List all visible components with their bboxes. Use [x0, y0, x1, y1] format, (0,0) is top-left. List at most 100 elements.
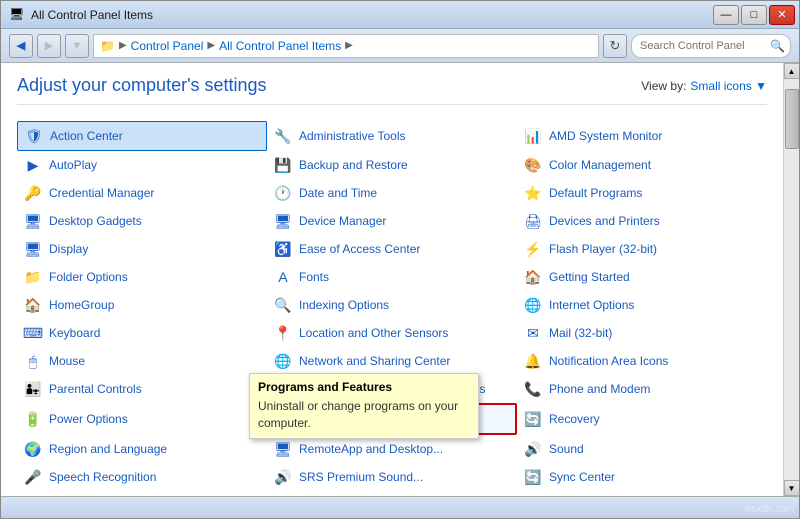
item-icon-flash-player: ⚡ — [523, 239, 543, 259]
item-label-flash-player: Flash Player (32-bit) — [549, 242, 657, 256]
item-label-administrative-tools: Administrative Tools — [299, 129, 406, 143]
item-icon-action-center: 🛡 — [24, 126, 44, 146]
item-indexing-options[interactable]: 🔍Indexing Options — [267, 291, 517, 319]
item-icon-color-management: 🎨 — [523, 155, 543, 175]
item-parental-controls[interactable]: 👨‍👧 Parental Controls — [17, 375, 267, 403]
item-desktop-gadgets[interactable]: 🖥Desktop Gadgets — [17, 207, 267, 235]
close-button[interactable]: ✕ — [769, 5, 795, 25]
scroll-thumb[interactable] — [785, 89, 799, 149]
item-icon-parental-controls: 👨‍👧 — [23, 379, 43, 399]
item-label-date-time: Date and Time — [299, 186, 377, 200]
search-icon[interactable]: 🔍 — [770, 39, 785, 53]
item-sync-center[interactable]: 🔄Sync Center — [517, 463, 767, 491]
item-label-parental-controls: Parental Controls — [49, 382, 142, 396]
item-label-remoteapp: RemoteApp and Desktop... — [299, 442, 443, 456]
item-label-region-language: Region and Language — [49, 442, 167, 456]
item-location-sensors[interactable]: 📍Location and Other Sensors — [267, 319, 517, 347]
tooltip-title: Programs and Features — [258, 380, 470, 394]
item-internet-options[interactable]: 🌐Internet Options — [517, 291, 767, 319]
item-amd-system-monitor[interactable]: 📊AMD System Monitor — [517, 121, 767, 151]
item-icon-recovery: 🔄 — [523, 409, 543, 429]
scroll-down-button[interactable]: ▼ — [784, 480, 800, 496]
item-icon-getting-started: 🏠 — [523, 267, 543, 287]
item-label-notification-icons: Notification Area Icons — [549, 354, 668, 368]
item-label-credential-manager: Credential Manager — [49, 186, 154, 200]
item-icon-device-manager: 🖥 — [273, 211, 293, 231]
minimize-button[interactable]: — — [713, 5, 739, 25]
item-system[interactable]: 💻System — [17, 491, 267, 496]
item-label-fonts: Fonts — [299, 270, 329, 284]
item-network-sharing[interactable]: 🌐Network and Sharing Center — [267, 347, 517, 375]
search-wrapper: 🔍 — [631, 34, 791, 58]
item-icon-default-programs: ⭐ — [523, 183, 543, 203]
content-area: Adjust your computer's settings View by:… — [1, 63, 783, 496]
item-autoplay[interactable]: ▶AutoPlay — [17, 151, 267, 179]
item-srs-audio[interactable]: 🔊 SRS Premium Sound... — [267, 463, 517, 491]
search-input[interactable] — [631, 34, 791, 58]
dropdown-nav-button[interactable]: ▼ — [65, 34, 89, 58]
item-devices-printers[interactable]: 🖨Devices and Printers — [517, 207, 767, 235]
item-label-mouse: Mouse — [49, 354, 85, 368]
item-folder-options[interactable]: 📁Folder Options — [17, 263, 267, 291]
item-homegroup[interactable]: 🏠HomeGroup — [17, 291, 267, 319]
item-taskbar[interactable]: 📌Taskbar and Start Menu — [267, 491, 517, 496]
window: 🖥 All Control Panel Items — □ ✕ ◀ ▶ ▼ 📁 … — [0, 0, 800, 519]
item-label-ease-access: Ease of Access Center — [299, 242, 420, 256]
item-icon-ease-access: ♿ — [273, 239, 293, 259]
item-ease-access[interactable]: ♿ Ease of Access Center — [267, 235, 517, 263]
item-icon-sync-center: 🔄 — [523, 467, 543, 487]
item-phone-modem[interactable]: 📞 Phone and Modem — [517, 375, 767, 403]
items-grid: 🛡Action Center🔧Administrative Tools📊AMD … — [17, 121, 767, 496]
item-fonts[interactable]: AFonts — [267, 263, 517, 291]
item-icon-power-options: 🔋 — [23, 409, 43, 429]
forward-button[interactable]: ▶ — [37, 34, 61, 58]
item-device-manager[interactable]: 🖥Device Manager — [267, 207, 517, 235]
item-power-options[interactable]: 🔋Power Options — [17, 403, 267, 435]
item-label-speech-recognition: Speech Recognition — [49, 470, 156, 484]
item-region-language[interactable]: 🌍Region and Language — [17, 435, 267, 463]
item-administrative-tools[interactable]: 🔧Administrative Tools — [267, 121, 517, 151]
item-mouse[interactable]: 🖱 Mouse — [17, 347, 267, 375]
breadcrumb-all-items[interactable]: All Control Panel Items — [219, 39, 341, 53]
item-icon-srs-audio: 🔊 — [273, 467, 293, 487]
item-remoteapp[interactable]: 🖥 RemoteApp and Desktop... — [267, 435, 517, 463]
refresh-button[interactable]: ↻ — [603, 34, 627, 58]
item-label-homegroup: HomeGroup — [49, 298, 114, 312]
item-date-time[interactable]: 🕐Date and Time — [267, 179, 517, 207]
item-label-devices-printers: Devices and Printers — [549, 214, 660, 228]
item-backup-restore[interactable]: 💾Backup and Restore — [267, 151, 517, 179]
scroll-up-button[interactable]: ▲ — [784, 63, 800, 79]
item-icon-desktop-gadgets: 🖥 — [23, 211, 43, 231]
item-label-phone-modem: Phone and Modem — [549, 382, 650, 396]
maximize-button[interactable]: □ — [741, 5, 767, 25]
item-speech-recognition[interactable]: 🎤Speech Recognition — [17, 463, 267, 491]
item-action-center[interactable]: 🛡Action Center — [17, 121, 267, 151]
view-by-value[interactable]: Small icons ▼ — [690, 79, 767, 93]
back-button[interactable]: ◀ — [9, 34, 33, 58]
title-bar-buttons: — □ ✕ — [713, 5, 795, 25]
breadcrumb-bar: 📁 ▶ Control Panel ▶ All Control Panel It… — [93, 34, 599, 58]
item-mail[interactable]: ✉Mail (32-bit) — [517, 319, 767, 347]
item-notification-icons[interactable]: 🔔Notification Area Icons — [517, 347, 767, 375]
item-getting-started[interactable]: 🏠Getting Started — [517, 263, 767, 291]
item-flash-player[interactable]: ⚡ Flash Player (32-bit) — [517, 235, 767, 263]
item-credential-manager[interactable]: 🔑Credential Manager — [17, 179, 267, 207]
item-icon-remoteapp: 🖥 — [273, 439, 293, 459]
item-icon-mouse: 🖱 — [23, 351, 43, 371]
item-label-network-sharing: Network and Sharing Center — [299, 354, 450, 368]
item-default-programs[interactable]: ⭐Default Programs — [517, 179, 767, 207]
item-keyboard[interactable]: ⌨Keyboard — [17, 319, 267, 347]
item-sound[interactable]: 🔊Sound — [517, 435, 767, 463]
item-display[interactable]: 🖥Display — [17, 235, 267, 263]
item-troubleshooting[interactable]: 🔧Troubleshooting — [517, 491, 767, 496]
view-by-label: View by: — [641, 79, 686, 93]
breadcrumb-control-panel[interactable]: Control Panel — [131, 39, 204, 53]
item-recovery[interactable]: 🔄Recovery — [517, 403, 767, 435]
title-bar-left: 🖥 All Control Panel Items — [9, 7, 153, 23]
item-label-srs-audio: SRS Premium Sound... — [299, 470, 423, 484]
item-label-autoplay: AutoPlay — [49, 158, 97, 172]
folder-icon: 📁 — [100, 39, 115, 53]
item-color-management[interactable]: 🎨Color Management — [517, 151, 767, 179]
item-label-mail: Mail (32-bit) — [549, 326, 612, 340]
item-icon-phone-modem: 📞 — [523, 379, 543, 399]
